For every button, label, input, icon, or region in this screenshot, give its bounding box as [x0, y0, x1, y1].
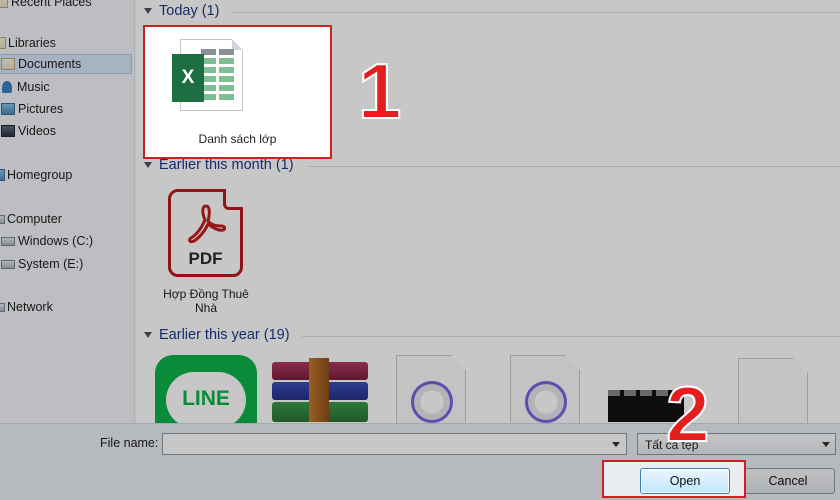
nav-recent-places[interactable]: Recent Places — [0, 0, 92, 12]
drive-icon — [1, 259, 15, 269]
music-icon — [2, 81, 12, 93]
music-note-icon — [525, 381, 567, 423]
group-header-earlier-year[interactable]: Earlier this year (19) — [144, 327, 290, 343]
itunes-file-icon-2[interactable] — [510, 355, 580, 425]
pictures-icon — [1, 103, 15, 115]
collapse-icon — [144, 162, 152, 168]
group-header-earlier-month[interactable]: Earlier this month (1) — [144, 157, 294, 173]
excel-icon: X — [172, 54, 204, 102]
navigation-pane: Recent Places Libraries Documents Music … — [0, 0, 135, 423]
recent-places-icon — [0, 0, 8, 8]
nav-computer[interactable]: Computer — [0, 209, 62, 229]
network-icon — [0, 302, 5, 312]
step-2-annotation: 2 — [665, 370, 710, 458]
nav-homegroup[interactable]: Homegroup — [0, 165, 72, 185]
documents-icon — [1, 58, 15, 70]
nav-libraries[interactable]: Libraries — [0, 33, 56, 53]
winrar-archive-icon[interactable] — [272, 358, 368, 422]
step-1-annotation: 1 — [357, 47, 402, 135]
highlighted-excel-file[interactable]: X Danh sách lớp — [143, 25, 332, 159]
chevron-down-icon[interactable] — [612, 442, 620, 447]
collapse-icon — [144, 332, 152, 338]
pdf-badge: PDF — [188, 249, 223, 268]
pdf-fold — [223, 189, 243, 210]
nav-network[interactable]: Network — [0, 297, 53, 317]
chevron-down-icon[interactable] — [822, 442, 830, 447]
group-divider — [308, 166, 840, 167]
group-divider — [232, 12, 840, 13]
itunes-file-icon-1[interactable] — [396, 355, 466, 425]
group-header-today[interactable]: Today (1) — [144, 3, 219, 19]
libraries-icon — [0, 37, 6, 49]
line-label: LINE — [182, 387, 230, 410]
file-name-input[interactable] — [162, 433, 627, 455]
excel-file-name: Danh sách lớp — [198, 132, 277, 146]
nav-pictures[interactable]: Pictures — [0, 99, 63, 119]
pdf-file-name[interactable]: Hợp Đồng Thuê Nhà — [150, 287, 262, 315]
open-button[interactable]: Open — [640, 468, 730, 494]
collapse-icon — [144, 8, 152, 14]
drive-icon — [1, 236, 15, 246]
group-divider — [302, 336, 840, 337]
line-app-icon[interactable]: LINE — [155, 355, 257, 428]
videos-icon — [1, 125, 15, 137]
file-name-label: File name: — [100, 436, 159, 450]
acrobat-icon — [188, 204, 226, 244]
nav-documents[interactable]: Documents — [0, 54, 132, 74]
cancel-button[interactable]: Cancel — [741, 468, 835, 494]
nav-windows-c[interactable]: Windows (C:) — [0, 231, 93, 251]
rar-strap — [309, 358, 329, 422]
nav-videos[interactable]: Videos — [0, 121, 56, 141]
computer-icon — [0, 214, 5, 224]
music-note-icon — [411, 381, 453, 423]
nav-music[interactable]: Music — [0, 77, 50, 97]
excel-grid — [201, 49, 237, 103]
homegroup-icon — [0, 169, 5, 181]
nav-system-e[interactable]: System (E:) — [0, 254, 83, 274]
generic-file-icon[interactable] — [738, 358, 808, 425]
